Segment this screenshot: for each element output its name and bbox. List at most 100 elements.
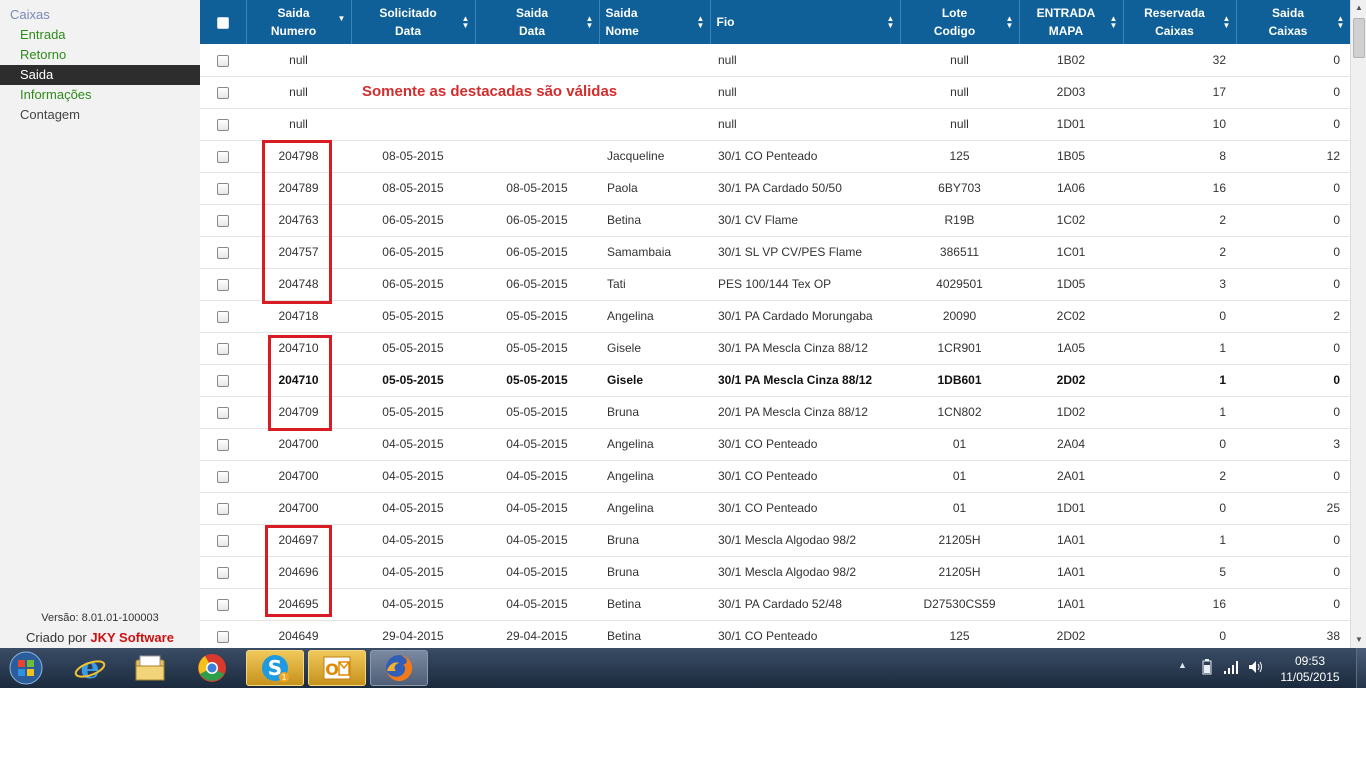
column-header-label: Saida <box>1271 6 1304 20</box>
sidebar-item-saida[interactable]: Saida <box>0 65 200 85</box>
table-row[interactable]: null null null 1B02 32 0 <box>200 44 1350 77</box>
column-header-solicitado-data[interactable]: Solicitado Data ▲ ▼ <box>351 0 476 44</box>
sort-icon[interactable]: ▲ ▼ <box>1223 15 1231 30</box>
column-header-lote-codigo[interactable]: Lote Codigo ▲ ▼ <box>900 0 1020 44</box>
column-header-saida-data[interactable]: Saida Data ▲ ▼ <box>475 0 600 44</box>
cell-entrada-mapa: 1C02 <box>1019 204 1123 237</box>
row-checkbox[interactable] <box>217 502 229 515</box>
cell-fio: 30/1 PA Cardado 50/50 <box>710 172 900 205</box>
row-checkbox[interactable] <box>217 438 229 451</box>
sort-icon[interactable]: ▲ ▼ <box>1337 15 1345 30</box>
sort-icon[interactable]: ▲ ▼ <box>586 15 594 30</box>
skype-icon[interactable]: S1 <box>246 650 304 686</box>
tray-expand-icon[interactable]: ▲ <box>1178 660 1187 670</box>
credit-brand-link[interactable]: JKY Software <box>90 630 174 645</box>
table-row[interactable]: 204700 04-05-2015 04-05-2015 Angelina 30/1 C… <box>200 428 1350 461</box>
sidebar-item-informacoes[interactable]: Informações <box>0 85 200 105</box>
cell-fio: 30/1 PA Cardado Morungaba <box>710 300 900 333</box>
cell-solicitado-data: 08-05-2015 <box>351 140 475 173</box>
column-header-saida-caixas[interactable]: Saida Caixas ▲ ▼ <box>1236 0 1350 44</box>
clock[interactable]: 09:53 11/05/2015 <box>1272 653 1348 685</box>
cell-lote-codigo: D27530CS59 <box>900 588 1019 621</box>
outlook-icon[interactable]: O <box>308 650 366 686</box>
row-checkbox[interactable] <box>217 342 229 355</box>
table-row[interactable]: null null null 1D01 10 0 <box>200 108 1350 141</box>
table-row[interactable]: 204763 06-05-2015 06-05-2015 Betina 30/1 CV … <box>200 204 1350 237</box>
table-row[interactable]: 204649 29-04-2015 29-04-2015 Betina 30/1 CO … <box>200 620 1350 648</box>
cell-saida-data: 04-05-2015 <box>475 524 599 557</box>
column-header-saida-nome[interactable]: Saida Nome ▲ ▼ <box>599 0 711 44</box>
scroll-up-icon[interactable]: ▲ <box>1351 0 1366 16</box>
row-checkbox[interactable] <box>217 534 229 547</box>
cell-saida-nome <box>599 44 710 77</box>
scroll-thumb[interactable] <box>1353 18 1365 58</box>
cell-entrada-mapa: 1D02 <box>1019 396 1123 429</box>
table-row[interactable]: 204718 05-05-2015 05-05-2015 Angelina 30/1 P… <box>200 300 1350 333</box>
cell-saida-data: 05-05-2015 <box>475 364 599 397</box>
column-header-saida-numero[interactable]: Saida Numero ▼ <box>246 0 352 44</box>
sidebar-item-entrada[interactable]: Entrada <box>0 25 200 45</box>
table-row[interactable]: 204696 04-05-2015 04-05-2015 Bruna 30/1 Mesc… <box>200 556 1350 589</box>
column-header-fio[interactable]: Fio ▲ ▼ <box>710 0 901 44</box>
sort-icon[interactable]: ▲ ▼ <box>887 15 895 30</box>
cell-saida-nome: Gisele <box>599 364 710 397</box>
row-checkbox[interactable] <box>217 598 229 611</box>
table-row[interactable]: 204695 04-05-2015 04-05-2015 Betina 30/1 PA … <box>200 588 1350 621</box>
clock-date: 11/05/2015 <box>1280 670 1340 684</box>
table-row[interactable]: 204748 06-05-2015 06-05-2015 Tati PES 100/14… <box>200 268 1350 301</box>
row-checkbox[interactable] <box>217 150 229 163</box>
cell-lote-codigo: R19B <box>900 204 1019 237</box>
sort-icon[interactable]: ▲ ▼ <box>1006 15 1014 30</box>
table-row[interactable]: 204757 06-05-2015 06-05-2015 Samambaia 30/1 … <box>200 236 1350 269</box>
cell-fio: 30/1 CO Penteado <box>710 460 900 493</box>
row-checkbox[interactable] <box>217 374 229 387</box>
internet-explorer-icon[interactable]: e <box>61 650 119 686</box>
cell-saida-data <box>475 108 599 141</box>
row-checkbox[interactable] <box>217 118 229 131</box>
scroll-down-icon[interactable]: ▼ <box>1351 632 1366 648</box>
row-checkbox[interactable] <box>217 310 229 323</box>
table-row[interactable]: 204700 04-05-2015 04-05-2015 Angelina 30/1 C… <box>200 460 1350 493</box>
row-checkbox[interactable] <box>217 214 229 227</box>
sort-desc-icon[interactable]: ▼ <box>338 15 346 23</box>
sort-icon[interactable]: ▲ ▼ <box>462 15 470 30</box>
table-row[interactable]: 204798 08-05-2015 Jacqueline 30/1 CO Pentea… <box>200 140 1350 173</box>
row-checkbox[interactable] <box>217 246 229 259</box>
table-row[interactable]: 204710 05-05-2015 05-05-2015 Gisele 30/1 PA … <box>200 364 1350 397</box>
column-header-label: Nome <box>605 24 639 38</box>
windows-start-icon[interactable] <box>6 650 46 686</box>
firefox-icon[interactable] <box>370 650 428 686</box>
sidebar-item-retorno[interactable]: Retorno <box>0 45 200 65</box>
row-checkbox[interactable] <box>217 278 229 291</box>
sort-icon[interactable]: ▲ ▼ <box>697 15 705 30</box>
cell-lote-codigo: 01 <box>900 492 1019 525</box>
row-checkbox[interactable] <box>217 86 229 99</box>
sort-icon[interactable]: ▲ ▼ <box>1110 15 1118 30</box>
row-checkbox[interactable] <box>217 54 229 67</box>
table-row[interactable]: 204709 05-05-2015 05-05-2015 Bruna 20/1 PA M… <box>200 396 1350 429</box>
cell-entrada-mapa: 2C02 <box>1019 300 1123 333</box>
vertical-scrollbar[interactable]: ▲ ▼ <box>1350 0 1366 648</box>
show-desktop-button[interactable] <box>1356 648 1366 688</box>
row-checkbox[interactable] <box>217 566 229 579</box>
file-explorer-icon[interactable] <box>121 650 179 686</box>
table-row[interactable]: 204700 04-05-2015 04-05-2015 Angelina 30/1 C… <box>200 492 1350 525</box>
chrome-icon[interactable] <box>183 650 241 686</box>
row-checkbox[interactable] <box>217 406 229 419</box>
column-header-label: Caixas <box>1268 24 1308 38</box>
select-all-header <box>200 0 247 44</box>
table-row[interactable]: 204697 04-05-2015 04-05-2015 Bruna 30/1 Mesc… <box>200 524 1350 557</box>
row-checkbox[interactable] <box>217 182 229 195</box>
signal-icon[interactable] <box>1224 660 1240 677</box>
column-header-entrada-mapa[interactable]: ENTRADA MAPA ▲ ▼ <box>1019 0 1124 44</box>
volume-icon[interactable] <box>1248 660 1264 677</box>
sidebar-item-contagem[interactable]: Contagem <box>0 105 200 125</box>
battery-icon[interactable] <box>1202 659 1212 678</box>
row-checkbox[interactable] <box>217 630 229 643</box>
table-row[interactable]: 204710 05-05-2015 05-05-2015 Gisele 30/1 PA … <box>200 332 1350 365</box>
select-all-checkbox[interactable] <box>216 16 229 29</box>
table-row[interactable]: 204789 08-05-2015 08-05-2015 Paola 30/1 PA C… <box>200 172 1350 205</box>
row-checkbox[interactable] <box>217 470 229 483</box>
column-header-reservada-caixas[interactable]: Reservada Caixas ▲ ▼ <box>1123 0 1237 44</box>
cell-saida-caixas: 0 <box>1236 76 1350 109</box>
